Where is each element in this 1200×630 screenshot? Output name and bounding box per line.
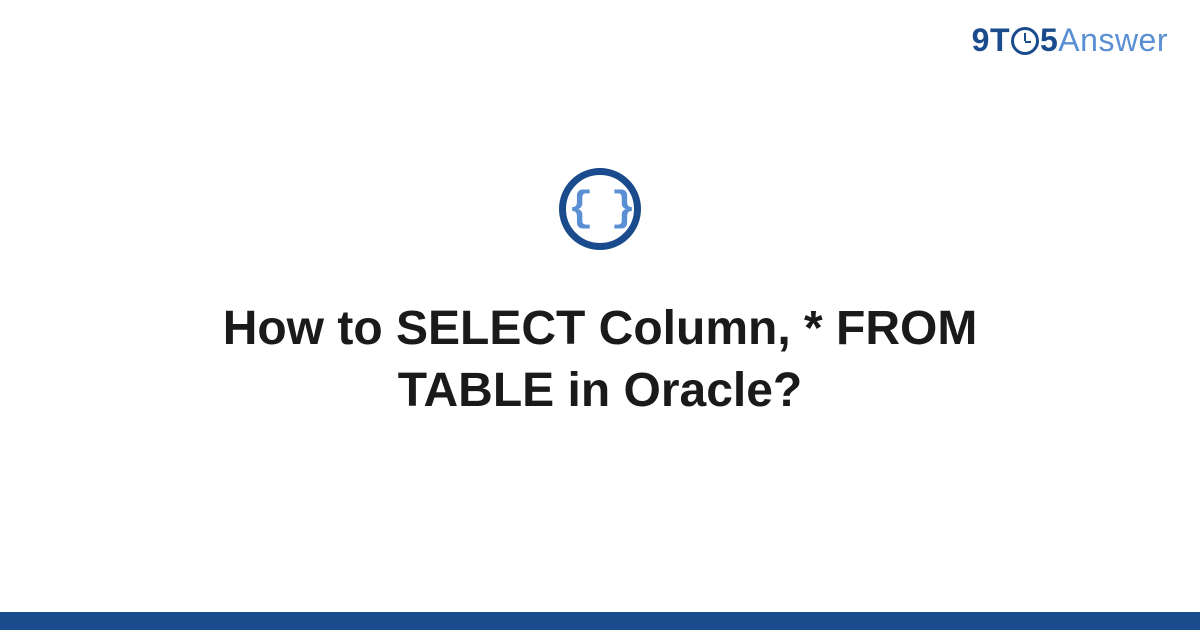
footer-bar (0, 612, 1200, 630)
main-content: { } How to SELECT Column, * FROM TABLE i… (0, 0, 1200, 630)
question-title: How to SELECT Column, * FROM TABLE in Or… (110, 298, 1090, 423)
category-icon-circle: { } (559, 168, 641, 250)
code-braces-icon: { } (568, 188, 632, 230)
